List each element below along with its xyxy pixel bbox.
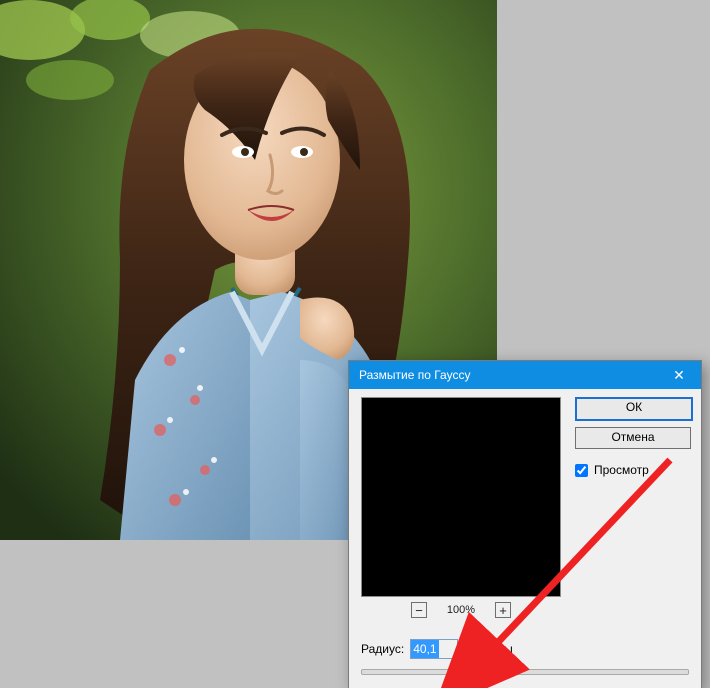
ok-button[interactable]: ОК — [575, 397, 693, 421]
radius-slider[interactable] — [361, 663, 689, 681]
preview-checkbox-row[interactable]: Просмотр — [575, 463, 689, 477]
slider-track — [361, 669, 689, 675]
preview-checkbox[interactable] — [575, 464, 588, 477]
zoom-out-button[interactable]: − — [411, 602, 427, 618]
close-icon: ✕ — [673, 367, 685, 384]
zoom-value: 100% — [445, 604, 477, 616]
preview-checkbox-label: Просмотр — [594, 463, 649, 477]
canvas-bg-right — [497, 0, 710, 360]
close-button[interactable]: ✕ — [657, 361, 701, 389]
plus-icon: + — [499, 604, 507, 617]
gaussian-blur-dialog: Размытие по Гауссу ✕ − 100% + ОК Отмена … — [348, 360, 702, 688]
dialog-titlebar[interactable]: Размытие по Гауссу ✕ — [349, 361, 701, 389]
radius-value: 40,1 — [411, 640, 438, 658]
radius-label: Радиус: — [361, 642, 404, 656]
dialog-title: Размытие по Гауссу — [359, 368, 657, 382]
cancel-button[interactable]: Отмена — [575, 427, 691, 449]
slider-thumb[interactable] — [473, 664, 486, 682]
zoom-in-button[interactable]: + — [495, 602, 511, 618]
preview-thumbnail[interactable] — [361, 397, 561, 597]
radius-input[interactable]: 40,1 — [410, 639, 458, 659]
radius-units: Пикселы — [464, 642, 513, 656]
minus-icon: − — [415, 604, 423, 617]
